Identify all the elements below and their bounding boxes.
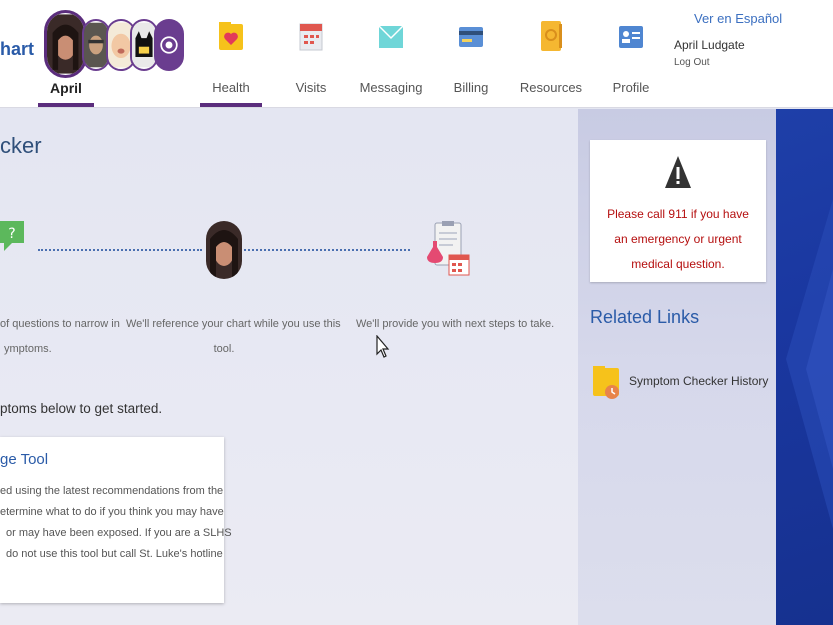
nav-visits[interactable]: Visits xyxy=(276,18,346,108)
step-3-description: We'll provide you with next steps to tak… xyxy=(356,318,555,330)
background-panel xyxy=(776,109,833,625)
emergency-alert-box: Please call 911 if you have an emergency… xyxy=(590,140,766,282)
envelope-icon xyxy=(378,25,404,48)
calendar-icon xyxy=(299,23,323,51)
triage-tool-title[interactable]: ge Tool xyxy=(0,451,48,468)
nav-active-indicator xyxy=(200,103,262,107)
main-content: cker ? of questions to narrow in ymptoms… xyxy=(0,109,578,625)
right-sidebar: Please call 911 if you have an emergency… xyxy=(578,109,776,625)
clipboard-lab-icon xyxy=(427,221,470,276)
nav-messaging[interactable]: Messaging xyxy=(356,18,426,108)
nav-health[interactable]: Health xyxy=(196,18,266,108)
nav-resources[interactable]: Resources xyxy=(516,18,586,108)
heart-folder-icon xyxy=(219,22,243,50)
step-1-description: of questions to narrow in ymptoms. xyxy=(0,318,120,355)
symptom-checker-history-link[interactable]: Symptom Checker History xyxy=(592,364,772,404)
mouse-pointer-icon xyxy=(376,335,390,358)
question-bubble-icon: ? xyxy=(0,221,24,251)
nav-label-health: Health xyxy=(212,80,250,95)
panel-pattern-icon xyxy=(786,199,833,529)
credit-card-icon xyxy=(459,27,483,47)
step-connector-1 xyxy=(38,249,202,251)
nav-label-messaging: Messaging xyxy=(359,80,423,95)
svg-text:?: ? xyxy=(8,226,15,242)
active-user-name[interactable]: April xyxy=(38,80,94,96)
nav-label-profile: Profile xyxy=(612,80,650,95)
active-user-indicator xyxy=(38,103,94,107)
top-header: hart April Health Visits Messaging Billi… xyxy=(0,0,833,108)
nav-label-billing: Billing xyxy=(453,80,489,95)
warning-icon xyxy=(665,156,691,188)
page-title: cker xyxy=(0,133,42,158)
brand-logo[interactable]: hart xyxy=(0,39,34,60)
emergency-alert-text: Please call 911 if you have an emergency… xyxy=(607,207,749,271)
nav-billing[interactable]: Billing xyxy=(436,18,506,108)
related-links-heading: Related Links xyxy=(590,307,700,327)
proxy-avatar-switcher xyxy=(44,10,189,80)
get-started-prompt: ptoms below to get started. xyxy=(0,401,163,416)
user-name: April Ludgate xyxy=(674,38,745,52)
step-2-description: We'll reference your chart while you use… xyxy=(126,318,341,355)
patient-avatar-icon xyxy=(206,221,242,279)
triage-tool-card[interactable]: ge Tool ed using the latest recommendati… xyxy=(0,437,232,603)
history-folder-icon xyxy=(593,366,619,399)
avatar-proxy-5[interactable] xyxy=(154,19,184,71)
book-icon xyxy=(541,21,562,51)
language-toggle-link[interactable]: Ver en Español xyxy=(694,11,782,26)
step-connector-2 xyxy=(244,249,410,251)
history-link-label[interactable]: Symptom Checker History xyxy=(629,374,768,388)
nav-label-resources: Resources xyxy=(519,80,583,95)
nav-profile[interactable]: Profile xyxy=(596,18,666,108)
logout-link[interactable]: Log Out xyxy=(674,57,710,68)
avatar-april[interactable] xyxy=(44,10,87,78)
nav-label-visits: Visits xyxy=(295,80,327,95)
id-card-icon xyxy=(619,26,643,48)
triage-tool-description: ed using the latest recommendations from… xyxy=(0,485,232,560)
